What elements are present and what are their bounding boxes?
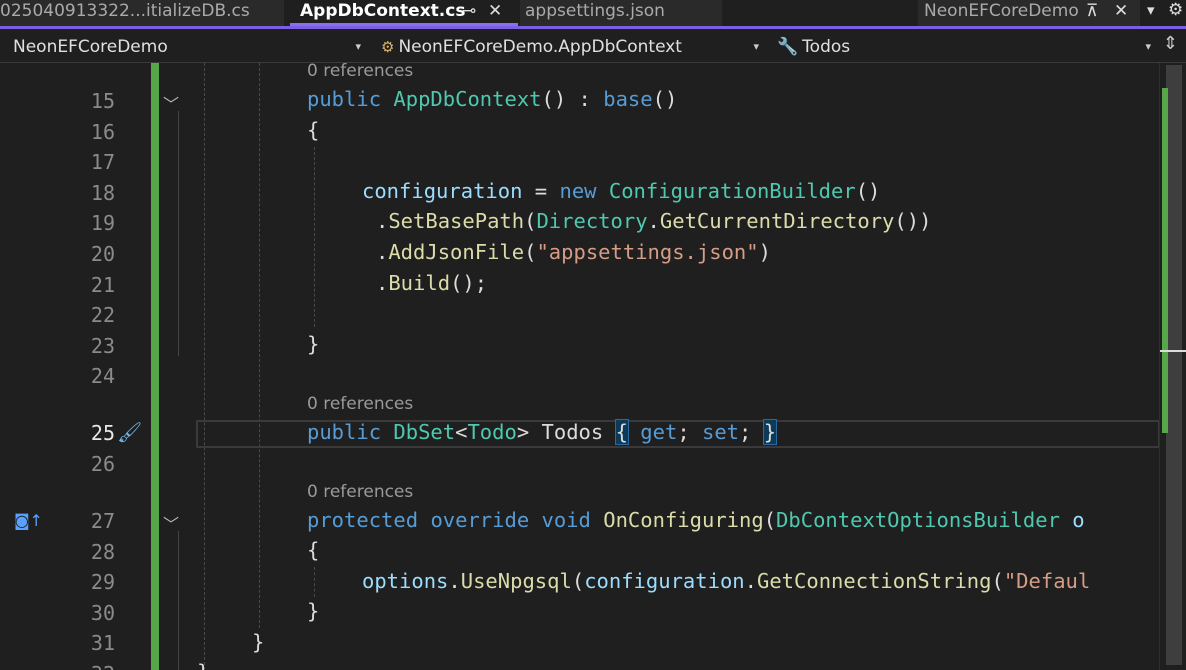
line-number: 21 [90, 273, 115, 297]
glyph-margin [0, 63, 40, 670]
document-tab-bar: 025040913322...itializeDB.cs AppDbContex… [0, 0, 1186, 26]
class-icon: ⚙ [381, 38, 395, 56]
project-dropdown-label: NeonEFCoreDemo [13, 37, 168, 57]
indent-guide [314, 147, 315, 327]
type-dropdown-label: NeonEFCoreDemo.AppDbContext [398, 37, 682, 57]
tab-label: 025040913322...itializeDB.cs [0, 1, 250, 21]
codelens-references[interactable]: 0 references [307, 482, 413, 502]
change-tracking-bar [151, 63, 159, 670]
line-number: 29 [90, 570, 115, 594]
code-editor[interactable]: 15 16 17 18 19 20 21 22 23 24 25 26 27 2… [0, 63, 1186, 670]
scrollbar-caret-marker [1160, 350, 1186, 352]
code-line-19: .SetBasePath(Directory.GetCurrentDirecto… [376, 209, 932, 233]
close-window-icon[interactable]: ✕ [1114, 0, 1128, 22]
fold-guide [178, 531, 179, 670]
code-line-16: { [307, 118, 320, 142]
codelens-references[interactable]: 0 references [307, 394, 413, 414]
close-tab-icon[interactable]: ✕ [488, 0, 502, 22]
vertical-scrollbar[interactable] [1159, 63, 1186, 670]
line-number: 30 [90, 601, 115, 625]
line-number: 26 [90, 452, 115, 476]
code-line-31: } [252, 630, 265, 654]
line-number: 22 [90, 303, 115, 327]
line-number: 24 [90, 364, 115, 388]
chevron-down-icon: ▾ [753, 40, 759, 53]
code-line-23: } [307, 332, 320, 356]
property-wrench-icon: 🔧 [777, 37, 799, 57]
line-number: 20 [90, 242, 115, 266]
settings-gear-icon[interactable]: ⚙ [1168, 0, 1183, 20]
scrollbar-change-marker [1162, 88, 1168, 433]
line-number: 15 [90, 89, 115, 113]
tab-label: AppDbContext.cs [300, 1, 466, 21]
code-line-29: options.UseNpgsql(configuration.GetConne… [362, 569, 1091, 593]
code-line-18: configuration = new ConfigurationBuilder… [362, 179, 881, 203]
indent-guide [204, 63, 205, 670]
indent-guide [259, 63, 260, 628]
code-line-30: } [307, 599, 320, 623]
line-number: 19 [90, 211, 115, 235]
quick-actions-brush-icon[interactable]: 🖌 [117, 420, 142, 444]
line-number: 31 [90, 631, 115, 655]
indent-guide [314, 567, 315, 597]
project-dropdown[interactable]: NeonEFCoreDemo ▾ [2, 32, 368, 60]
code-line-20: .AddJsonFile("appsettings.json") [376, 240, 771, 264]
navigation-bar: NeonEFCoreDemo ▾ ⚙ NeonEFCoreDemo.AppDbCo… [0, 29, 1186, 63]
chevron-down-icon: ▾ [1145, 40, 1151, 53]
collapse-chevron-icon[interactable]: ﹀ [163, 511, 179, 535]
codelens-references[interactable]: 0 references [307, 63, 413, 81]
code-line-27: protected override void OnConfiguring(Db… [307, 508, 1085, 532]
code-line-28: { [307, 538, 320, 562]
line-number: 23 [90, 334, 115, 358]
override-indicator-icon[interactable]: ◙↑ [14, 511, 43, 530]
code-line-15: public AppDbContext() : base() [307, 87, 678, 111]
line-number: 32 [40, 662, 115, 670]
line-number: 28 [90, 540, 115, 564]
line-number: 27 [90, 509, 115, 533]
collapse-chevron-icon[interactable]: ﹀ [163, 91, 179, 115]
tab-project-window[interactable]: NeonEFCoreDemo ⊼ ✕ [918, 0, 1140, 26]
member-dropdown[interactable]: 🔧 Todos ▾ [772, 32, 1158, 60]
chevron-down-icon: ▾ [355, 40, 361, 53]
fold-guide [178, 111, 179, 356]
code-line-25: public DbSet<Todo> Todos { get; set; } [307, 419, 778, 445]
type-dropdown[interactable]: ⚙ NeonEFCoreDemo.AppDbContext ▾ [374, 32, 766, 60]
split-editor-icon[interactable]: ⇕ [1163, 33, 1178, 54]
pushpin-icon[interactable]: ⊼ [1086, 0, 1098, 22]
matching-brace-open: { [614, 419, 629, 445]
scrollbar-thumb[interactable] [1166, 65, 1182, 665]
line-number: 17 [90, 150, 115, 174]
tab-overflow-icon[interactable]: ▾ [1147, 1, 1155, 19]
pin-tab-icon[interactable]: ⊸ [462, 0, 476, 22]
line-number: 18 [90, 181, 115, 205]
line-number-current: 25 [90, 421, 115, 445]
matching-brace-close: } [762, 419, 778, 445]
member-dropdown-label: Todos [802, 37, 851, 57]
line-number: 16 [90, 120, 115, 144]
tab-appsettings[interactable]: appsettings.json [520, 0, 722, 26]
tab-label: appsettings.json [525, 1, 665, 21]
code-line-21: .Build(); [376, 271, 488, 295]
tab-label: NeonEFCoreDemo [924, 1, 1079, 21]
tab-initialize-db[interactable]: 025040913322...itializeDB.cs [0, 0, 284, 26]
code-line-32: } [197, 660, 209, 670]
